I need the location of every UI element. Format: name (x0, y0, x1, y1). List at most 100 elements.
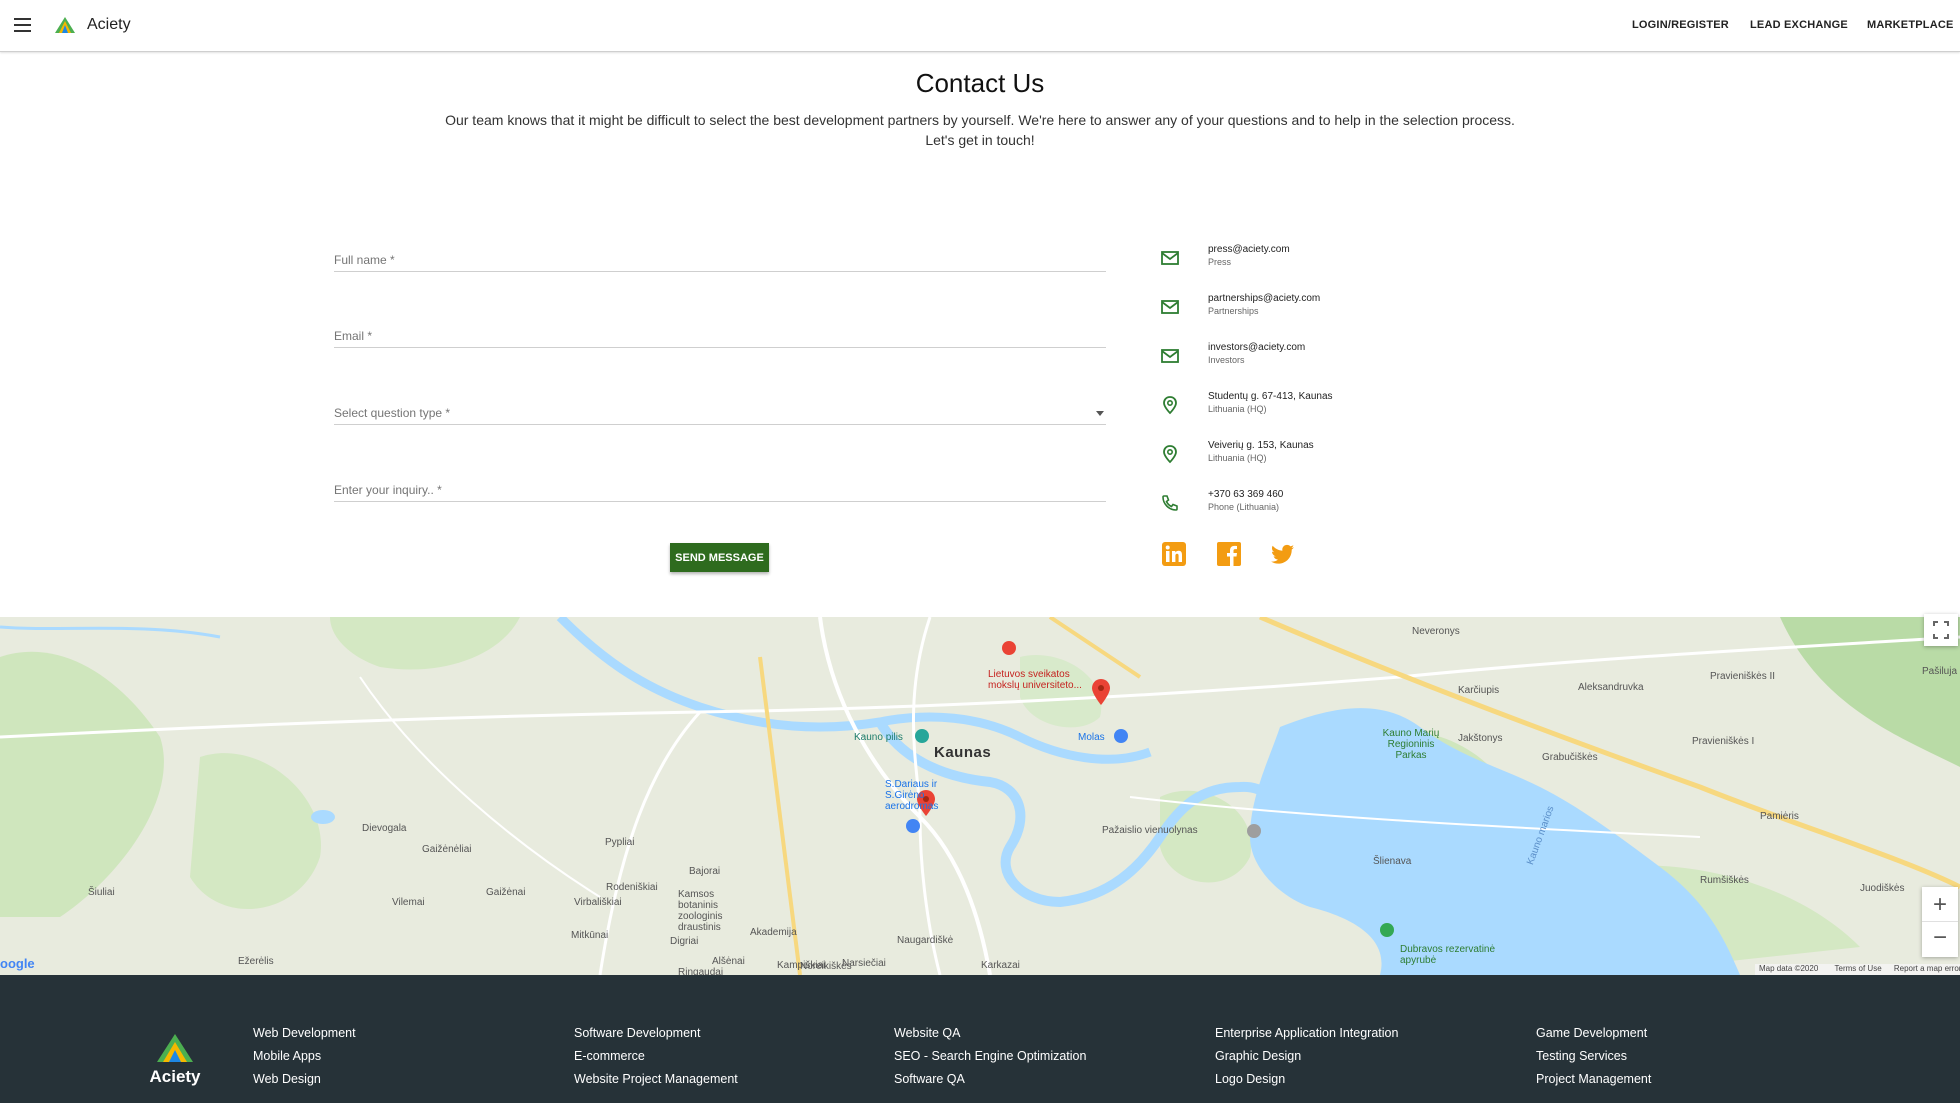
castle-poi-icon[interactable] (915, 729, 929, 743)
contact-phone-number[interactable]: +370 63 369 460 (1208, 489, 1283, 500)
location-pin-icon (1163, 445, 1177, 464)
zoom-control: + − (1922, 887, 1958, 957)
nav-marketplace[interactable]: MARKETPLACE (1867, 19, 1954, 31)
fullscreen-icon[interactable] (1924, 614, 1958, 646)
airport-poi-icon[interactable] (906, 819, 920, 833)
map-label: Gaižėnai (486, 887, 526, 898)
top-bar: Aciety LOGIN/REGISTER LEAD EXCHANGE MARK… (0, 0, 1960, 52)
contact-investors-email[interactable]: investors@aciety.com (1208, 342, 1305, 353)
footer-link[interactable]: Testing Services (1536, 1049, 1627, 1063)
hamburger-menu-icon[interactable] (14, 18, 31, 32)
footer-link[interactable]: E-commerce (574, 1049, 645, 1063)
mail-icon (1161, 251, 1179, 265)
map-label: Kauno pilis (854, 732, 903, 743)
email-input[interactable] (334, 329, 1106, 343)
contact-address-2: Veiverių g. 153, Kaunas Lithuania (HQ) (1160, 440, 1460, 476)
map-label: Naugardiškė (897, 935, 954, 946)
contact-address-1-text: Studentų g. 67-413, Kaunas (1208, 391, 1333, 402)
contact-address-1: Studentų g. 67-413, Kaunas Lithuania (HQ… (1160, 391, 1460, 427)
map[interactable]: Kaunas Dievogala Gaižėnėliai Pypliai Šiu… (0, 617, 1960, 975)
footer-link[interactable]: Game Development (1536, 1026, 1647, 1040)
google-logo[interactable]: oogle (0, 956, 35, 971)
contact-partnerships-label: Partnerships (1208, 306, 1259, 316)
contact-investors-label: Investors (1208, 355, 1245, 365)
monastery-poi-icon[interactable] (1247, 824, 1261, 838)
footer-link[interactable]: Logo Design (1215, 1072, 1285, 1086)
map-label: Pravieniškės II (1710, 671, 1776, 682)
map-label: Kamsos botaninis zoologinis draustinis (678, 889, 723, 933)
reserve-poi-icon[interactable] (1380, 923, 1394, 937)
facebook-icon[interactable] (1216, 541, 1242, 567)
report-map-error-link[interactable]: Report a map error (1894, 964, 1960, 973)
aciety-footer-logo[interactable]: Aciety (145, 1032, 205, 1087)
intro-line-1: Our team knows that it might be difficul… (445, 112, 1515, 128)
footer-link[interactable]: Software QA (894, 1072, 965, 1086)
contact-address-2-label: Lithuania (HQ) (1208, 453, 1267, 463)
zoom-in-button[interactable]: + (1922, 887, 1958, 922)
page-title: Contact Us (915, 68, 1045, 98)
footer-link[interactable]: Web Design (253, 1072, 321, 1086)
map-label: Ringaudai (678, 967, 724, 975)
terms-of-use-link[interactable]: Terms of Use (1835, 964, 1882, 973)
map-label: Alšėnai (712, 956, 745, 967)
map-label: Pamiėris (1760, 811, 1799, 822)
map-city-label: Kaunas (934, 744, 992, 761)
footer-link[interactable]: Graphic Design (1215, 1049, 1301, 1063)
map-label: Pažaislio vienuolynas (1102, 825, 1198, 836)
footer-link[interactable]: Software Development (574, 1026, 700, 1040)
shopping-poi-icon[interactable] (1114, 729, 1128, 743)
nav-login-register[interactable]: LOGIN/REGISTER (1632, 19, 1729, 31)
map-label: Pašiluja (1922, 666, 1958, 677)
footer-link[interactable]: Project Management (1536, 1072, 1651, 1086)
footer-link[interactable]: Website Project Management (574, 1072, 738, 1086)
map-label: Šlienava (1373, 856, 1412, 867)
map-label: Ežerėlis (238, 956, 274, 967)
footer-link[interactable]: Web Development (253, 1026, 356, 1040)
footer-link[interactable]: Enterprise Application Integration (1215, 1026, 1398, 1040)
inquiry-field[interactable] (334, 462, 1106, 502)
map-label: Rodeniškiai (606, 882, 658, 893)
map-label: Karkazai (981, 960, 1020, 971)
footer-link[interactable]: SEO - Search Engine Optimization (894, 1049, 1086, 1063)
map-label: Digriai (670, 936, 699, 947)
map-label: Mitkūnai (571, 930, 609, 941)
full-name-input[interactable] (334, 253, 1106, 267)
nav-lead-exchange[interactable]: LEAD EXCHANGE (1750, 19, 1848, 31)
map-label: Virbališkiai (574, 897, 622, 908)
full-name-field[interactable] (334, 232, 1106, 272)
map-canvas[interactable] (0, 617, 1960, 975)
map-label: Dubravos rezervatinė apyrubė (1400, 944, 1496, 966)
intro-text: Our team knows that it might be difficul… (390, 110, 1570, 150)
map-label: Šiuliai (88, 887, 115, 898)
linkedin-icon[interactable] (1161, 541, 1187, 567)
intro-line-2: Let's get in touch! (925, 132, 1035, 148)
map-label: Akademija (750, 927, 797, 938)
map-label: Pravieniškės I (1692, 736, 1755, 747)
email-field[interactable] (334, 308, 1106, 348)
question-type-input[interactable] (334, 406, 1106, 420)
twitter-icon[interactable] (1270, 541, 1296, 567)
map-label: Rumšiškės (1700, 875, 1749, 886)
zoom-out-button[interactable]: − (1922, 922, 1958, 957)
dropdown-arrow-icon[interactable] (1096, 411, 1104, 416)
contact-press-email[interactable]: press@aciety.com (1208, 244, 1290, 255)
contact-partnerships-email[interactable]: partnerships@aciety.com (1208, 293, 1320, 304)
map-label: Neveronys (1412, 626, 1460, 637)
question-type-select[interactable] (334, 385, 1106, 425)
map-label: Jakštonys (1458, 733, 1503, 744)
map-label: Juodiškės (1860, 883, 1905, 894)
contact-phone-label: Phone (Lithuania) (1208, 502, 1280, 512)
map-label: Lietuvos sveikatos mokslų universiteto..… (988, 669, 1082, 691)
hospital-poi-icon[interactable] (1002, 641, 1016, 655)
location-pin-icon (1163, 396, 1177, 415)
send-message-button[interactable]: SEND MESSAGE (670, 543, 769, 572)
contact-press: press@aciety.com Press (1160, 244, 1460, 280)
map-label: S.Dariaus ir S.Girėno aerodromas (885, 779, 939, 812)
footer-link[interactable]: Website QA (894, 1026, 960, 1040)
inquiry-input[interactable] (334, 483, 1106, 497)
aciety-logo-icon[interactable] (54, 16, 76, 34)
footer-link[interactable]: Mobile Apps (253, 1049, 321, 1063)
map-label: Pypliai (605, 837, 635, 848)
map-label: Dievogala (362, 823, 407, 834)
brand-name[interactable]: Aciety (87, 16, 131, 34)
